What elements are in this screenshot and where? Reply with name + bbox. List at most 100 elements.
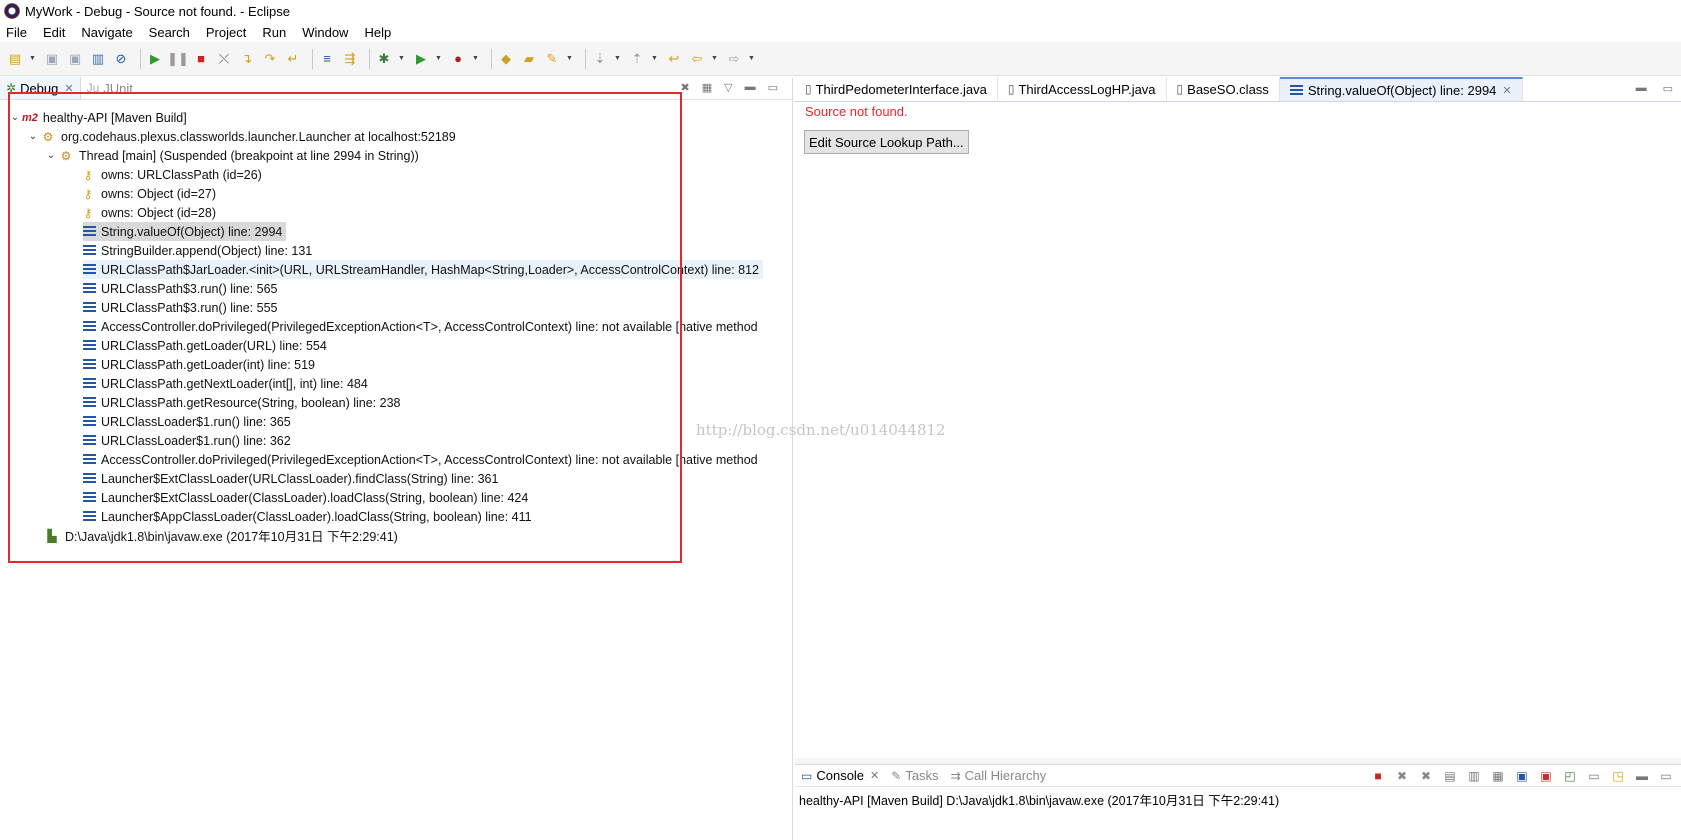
disconnect-icon[interactable]: ⤬ [215, 50, 233, 68]
tab-tasks[interactable]: ✎ Tasks [885, 768, 944, 783]
back-dropdown-icon[interactable]: ▼ [711, 55, 719, 62]
next-annotation-icon[interactable]: ⇣ [591, 50, 609, 68]
maximize-icon[interactable]: ▭ [1663, 82, 1673, 95]
maximize-icon[interactable]: ▭ [768, 81, 778, 94]
tree-item-stack-frame[interactable]: URLClassPath.getResource(String, boolean… [83, 393, 400, 412]
new-icon[interactable]: ▤ [6, 50, 24, 68]
tree-item-monitor[interactable]: ⚷ owns: Object (id=27) [80, 184, 216, 203]
tree-item-stack-frame[interactable]: URLClassPath.getLoader(URL) line: 554 [83, 336, 327, 355]
tree-item-stack-frame[interactable]: URLClassPath$3.run() line: 565 [83, 279, 277, 298]
print-icon[interactable]: ▥ [89, 50, 107, 68]
step-over-icon[interactable]: ↷ [261, 50, 279, 68]
tree-item-monitor[interactable]: ⚷ owns: Object (id=28) [80, 203, 216, 222]
menu-file[interactable]: File [6, 25, 27, 40]
tree-item-stack-frame[interactable]: URLClassLoader$1.run() line: 362 [83, 431, 291, 450]
skip-breakpoints-icon[interactable]: ⊘ [112, 50, 130, 68]
tree-item-thread[interactable]: ⌄ ⚙ Thread [main] (Suspended (breakpoint… [44, 146, 419, 165]
prev-annotation-dropdown-icon[interactable]: ▼ [651, 55, 659, 62]
menu-search[interactable]: Search [149, 25, 190, 40]
tree-item-stack-frame[interactable]: AccessController.doPrivileged(Privileged… [83, 317, 790, 336]
back-icon[interactable]: ⇦ [688, 50, 706, 68]
tree-item-monitor[interactable]: ⚷ owns: URLClassPath (id=26) [80, 165, 262, 184]
open-console-icon[interactable]: ◳ [1609, 768, 1627, 784]
tree-item-stack-frame[interactable]: Launcher$ExtClassLoader(URLClassLoader).… [83, 469, 498, 488]
run-dropdown-icon[interactable]: ▼ [435, 55, 443, 62]
forward-icon[interactable]: ⇨ [725, 50, 743, 68]
next-annotation-dropdown-icon[interactable]: ▼ [614, 55, 622, 62]
tree-item-stack-frame-hover[interactable]: URLClassPath$JarLoader.<init>(URL, URLSt… [83, 260, 763, 279]
pin-console-icon[interactable]: ◰ [1561, 768, 1579, 784]
tab-console[interactable]: ▭ Console ✕ [795, 768, 885, 783]
tab-third-pedometer-interface[interactable]: ▯ ThirdPedometerInterface.java [795, 77, 998, 101]
open-type-icon[interactable]: ◆ [497, 50, 515, 68]
external-tools-icon[interactable]: ● [449, 50, 467, 68]
clear-console-icon[interactable]: ▤ [1441, 768, 1459, 784]
drop-to-frame-icon[interactable]: ≡ [318, 50, 336, 68]
tree-item-stack-frame[interactable]: URLClassPath.getNextLoader(int[], int) l… [83, 374, 368, 393]
minimize-icon[interactable]: ▬ [1633, 768, 1651, 784]
save-all-icon[interactable]: ▣ [66, 50, 84, 68]
collapse-icon[interactable]: ▦ [702, 81, 712, 94]
external-tools-dropdown-icon[interactable]: ▼ [472, 55, 480, 62]
tree-item-process[interactable]: ▙ D:\Java\jdk1.8\bin\javaw.exe (2017年10月… [44, 526, 397, 545]
tab-string-value-of[interactable]: String.valueOf(Object) line: 2994 ✕ [1279, 77, 1523, 101]
edit-source-lookup-button[interactable]: Edit Source Lookup Path... [804, 130, 969, 154]
tree-item-stack-frame[interactable]: Launcher$ExtClassLoader(ClassLoader).loa… [83, 488, 528, 507]
close-icon[interactable]: ✕ [870, 769, 879, 782]
close-icon[interactable]: ✕ [1502, 84, 1511, 97]
chevron-down-icon[interactable]: ⌄ [8, 112, 22, 123]
menu-navigate[interactable]: Navigate [81, 25, 132, 40]
show-on-stdout-icon[interactable]: ▣ [1513, 768, 1531, 784]
tree-item-launch[interactable]: ⌄ m2 healthy-API [Maven Build] [8, 108, 187, 127]
tab-debug[interactable]: ✲ Debug ✕ [0, 77, 81, 99]
display-console-icon[interactable]: ▭ [1585, 768, 1603, 784]
tree-item-stack-frame-selected[interactable]: String.valueOf(Object) line: 2994 [83, 222, 287, 241]
debug-dropdown-icon[interactable]: ▼ [398, 55, 406, 62]
step-return-icon[interactable]: ↵ [284, 50, 302, 68]
new-dropdown-icon[interactable]: ▼ [29, 55, 37, 62]
remove-all-terminated-icon[interactable]: ✖ [1417, 768, 1435, 784]
suspend-icon[interactable]: ❚❚ [167, 50, 189, 68]
open-folder-icon[interactable]: ▰ [520, 50, 538, 68]
tree-item-stack-frame[interactable]: URLClassLoader$1.run() line: 365 [83, 412, 291, 431]
run-icon[interactable]: ▶ [412, 50, 430, 68]
last-edit-location-icon[interactable]: ↩ [665, 50, 683, 68]
close-icon[interactable]: ✕ [64, 82, 73, 95]
chevron-down-icon[interactable]: ⌄ [26, 131, 40, 142]
debug-icon[interactable]: ✱ [375, 50, 393, 68]
save-icon[interactable]: ▣ [43, 50, 61, 68]
chevron-down-icon[interactable]: ⌄ [44, 150, 58, 161]
tab-junit[interactable]: Ju JUnit [81, 77, 139, 99]
tab-third-access-log-hp[interactable]: ▯ ThirdAccessLogHP.java [998, 77, 1167, 101]
tree-item-stack-frame[interactable]: StringBuilder.append(Object) line: 131 [83, 241, 312, 260]
menu-project[interactable]: Project [206, 25, 246, 40]
tree-item-stack-frame[interactable]: URLClassPath.getLoader(int) line: 519 [83, 355, 315, 374]
scroll-lock-icon[interactable]: ▥ [1465, 768, 1483, 784]
pen-icon[interactable]: ✎ [543, 50, 561, 68]
menu-help[interactable]: Help [364, 25, 391, 40]
minimize-icon[interactable]: ▬ [745, 81, 756, 94]
resume-icon[interactable]: ▶ [146, 50, 164, 68]
word-wrap-icon[interactable]: ▦ [1489, 768, 1507, 784]
remove-terminated-icon[interactable]: ✖ [681, 81, 690, 94]
terminate-icon[interactable]: ■ [1369, 768, 1387, 784]
terminate-icon[interactable]: ■ [192, 50, 210, 68]
menu-edit[interactable]: Edit [43, 25, 65, 40]
show-on-stderr-icon[interactable]: ▣ [1537, 768, 1555, 784]
use-step-filters-icon[interactable]: ⇶ [341, 50, 359, 68]
view-menu-icon[interactable]: ▽ [724, 81, 732, 94]
tree-item-stack-frame[interactable]: AccessController.doPrivileged(Privileged… [83, 450, 790, 469]
menu-run[interactable]: Run [262, 25, 286, 40]
step-into-icon[interactable]: ↴ [238, 50, 256, 68]
tab-call-hierarchy[interactable]: ⇉ Call Hierarchy [945, 768, 1053, 783]
maximize-icon[interactable]: ▭ [1657, 768, 1675, 784]
pen-dropdown-icon[interactable]: ▼ [566, 55, 574, 62]
forward-dropdown-icon[interactable]: ▼ [748, 55, 756, 62]
tree-item-debug-target[interactable]: ⌄ ⚙ org.codehaus.plexus.classworlds.laun… [26, 127, 456, 146]
menu-window[interactable]: Window [302, 25, 348, 40]
tree-item-stack-frame[interactable]: URLClassPath$3.run() line: 555 [83, 298, 277, 317]
minimize-icon[interactable]: ▬ [1636, 82, 1647, 95]
tree-item-stack-frame[interactable]: Launcher$AppClassLoader(ClassLoader).loa… [83, 507, 532, 526]
prev-annotation-icon[interactable]: ⇡ [628, 50, 646, 68]
tab-base-so-class[interactable]: ▯ BaseSO.class [1167, 77, 1280, 101]
